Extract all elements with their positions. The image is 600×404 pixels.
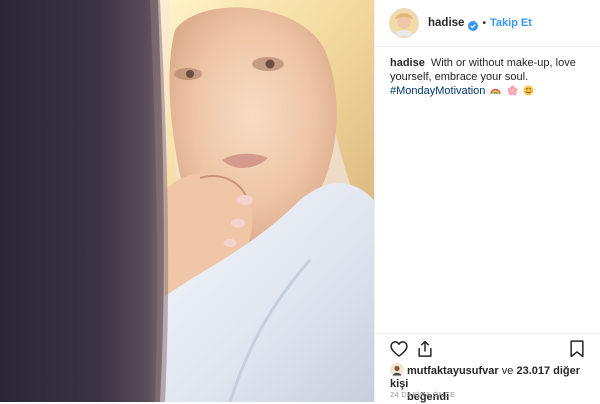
bookmark-icon[interactable]	[567, 339, 587, 364]
action-bar	[375, 339, 600, 361]
photo-image	[0, 0, 374, 402]
post-timestamp: 24 DAKİKA ÖNCE	[390, 390, 456, 399]
dot-separator: •	[482, 17, 486, 29]
follow-button[interactable]: Takip Et	[490, 17, 532, 29]
post-caption: hadise With or without make-up, love you…	[390, 56, 590, 100]
rainbow-icon	[490, 85, 502, 100]
post-photo[interactable]	[0, 0, 374, 402]
hashtag-link[interactable]: #MondayMotivation	[390, 85, 485, 97]
cherry-blossom-icon	[507, 85, 518, 100]
caption-username[interactable]: hadise	[390, 57, 425, 69]
smiling-face-icon	[523, 85, 534, 100]
liker-avatar[interactable]	[390, 363, 404, 377]
post-username[interactable]: hadise	[428, 17, 464, 29]
verified-badge-icon	[468, 18, 479, 31]
post-side-panel: hadise • Takip Et hadise With or without…	[374, 0, 600, 403]
post-header: hadise • Takip Et	[375, 0, 600, 47]
avatar[interactable]	[389, 8, 419, 38]
heart-icon[interactable]	[389, 339, 409, 364]
likes-connector: ve	[501, 365, 514, 377]
instagram-post: hadise • Takip Et hadise With or without…	[0, 0, 600, 403]
actions-divider	[375, 333, 600, 334]
share-icon[interactable]	[415, 339, 435, 364]
liker-username[interactable]: mutfaktayusufvar	[407, 365, 499, 377]
